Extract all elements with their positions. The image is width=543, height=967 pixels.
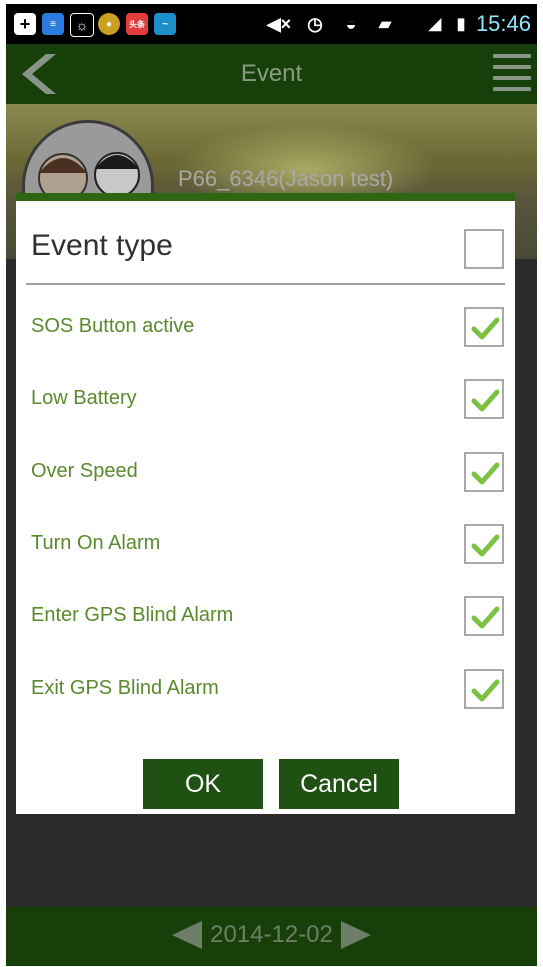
menu-line-icon: [493, 76, 531, 80]
current-date: 2014-12-02: [210, 921, 333, 948]
mute-icon: ◀×: [266, 13, 292, 34]
signal-icon: ◢: [428, 16, 442, 33]
device-name: P66_6346(Jason test): [178, 166, 394, 191]
event-type-label: Turn On Alarm: [31, 531, 161, 554]
previous-day-icon[interactable]: [172, 921, 203, 949]
event-type-row[interactable]: Exit GPS Blind Alarm: [16, 655, 515, 727]
ok-button[interactable]: OK: [143, 759, 263, 809]
menu-line-icon: [493, 54, 531, 58]
event-type-row[interactable]: Over Speed: [16, 438, 515, 510]
event-type-label: SOS Button active: [31, 315, 195, 337]
event-type-checkbox[interactable]: [464, 596, 504, 637]
weather-icon: ☼: [70, 13, 94, 37]
event-type-dialog: Event type SOS Button active Low Battery O…: [16, 193, 515, 814]
cancel-button[interactable]: Cancel: [279, 759, 399, 809]
news-icon: ≡: [42, 13, 64, 35]
app-header: Event: [6, 44, 537, 104]
event-type-checkbox[interactable]: [464, 307, 504, 347]
dialog-title: Event type: [31, 229, 173, 262]
event-type-row[interactable]: Low Battery: [16, 365, 515, 437]
event-type-row[interactable]: SOS Button active: [16, 293, 515, 365]
messenger-icon: ~: [154, 13, 176, 35]
plus-icon: +: [14, 13, 36, 35]
checkmark-icon: [471, 389, 500, 412]
event-type-checkbox[interactable]: [464, 451, 504, 492]
menu-line-icon: [493, 87, 531, 91]
game-icon: ●: [98, 13, 120, 35]
date-navigator: 2014-12-02: [6, 921, 537, 949]
wifi-icon: ◒: [345, 13, 357, 34]
checkmark-icon: [471, 606, 500, 629]
list-menu-button[interactable]: [493, 52, 531, 96]
next-day-icon[interactable]: [340, 921, 371, 949]
event-type-checkbox[interactable]: [464, 523, 504, 564]
page-title: Event: [240, 60, 303, 87]
event-type-row[interactable]: Turn On Alarm: [16, 510, 515, 582]
alarm-icon: ◷: [307, 13, 323, 34]
event-type-label: Enter GPS Blind Alarm: [31, 604, 234, 627]
event-type-label: Low Battery: [31, 387, 137, 410]
checkmark-icon: [471, 317, 500, 340]
status-bar: + ≡ ☼ ● 头条 ~ ◀× ◷ ◒ ▰ ◢ ▮ 15:46: [6, 4, 537, 44]
select-all-checkbox[interactable]: [464, 229, 504, 269]
news-app-icon: 头条: [126, 13, 148, 35]
event-type-checkbox[interactable]: [464, 379, 504, 420]
checkmark-icon: [471, 462, 500, 485]
battery-icon: ▮: [456, 16, 466, 33]
checkmark-icon: [471, 679, 500, 701]
event-type-label: Over Speed: [31, 459, 138, 482]
date-navigation-bar: 2014-12-02: [6, 907, 537, 966]
event-type-row[interactable]: Enter GPS Blind Alarm: [16, 582, 515, 654]
event-type-checkbox[interactable]: [464, 668, 504, 709]
checkmark-icon: [471, 534, 500, 557]
dialog-header: Event type: [16, 201, 515, 281]
event-type-label: Exit GPS Blind Alarm: [31, 676, 219, 699]
status-time: 15:46: [475, 11, 531, 36]
menu-line-icon: [493, 65, 531, 69]
dialog-divider: [26, 283, 505, 285]
sim-icon: ▰: [378, 16, 392, 33]
